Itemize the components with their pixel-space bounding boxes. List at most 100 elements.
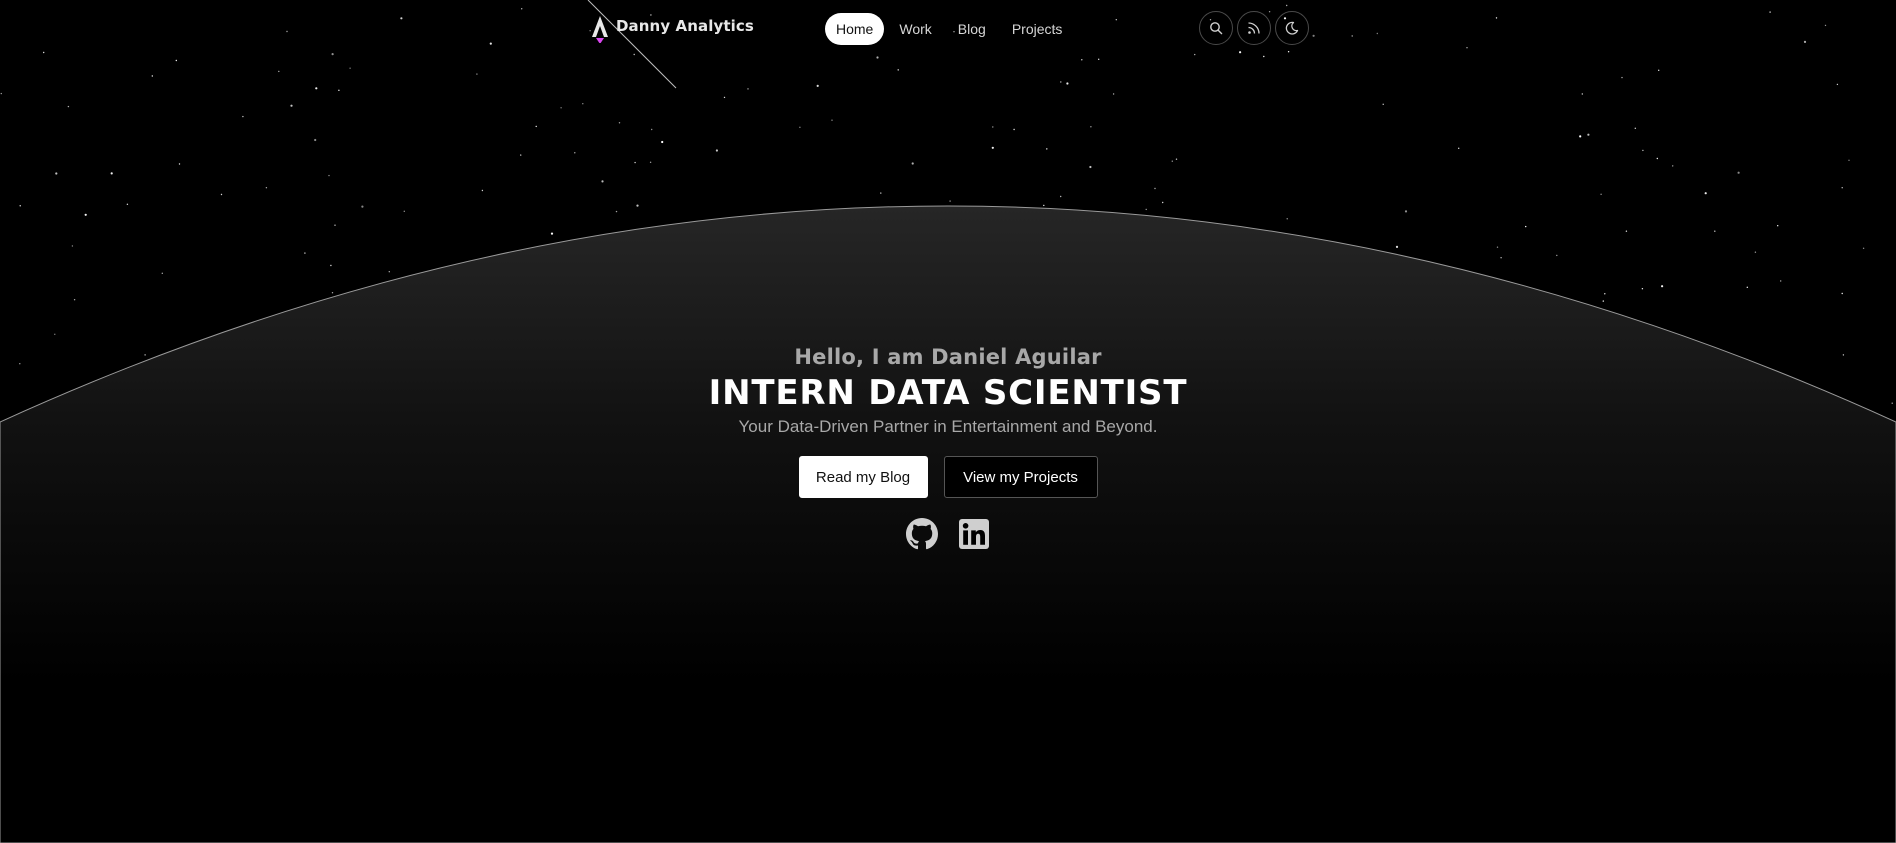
star (1862, 247, 1865, 249)
star (636, 204, 639, 207)
star (126, 203, 129, 205)
search-icon (1210, 22, 1223, 35)
star (949, 200, 951, 202)
star (1043, 204, 1045, 207)
github-link[interactable] (906, 518, 938, 550)
hero-subtitle: Your Data-Driven Partner in Entertainmen… (738, 417, 1158, 436)
star (634, 161, 636, 164)
star (715, 149, 719, 152)
star (799, 126, 801, 128)
star (1496, 246, 1499, 248)
star (1500, 257, 1502, 259)
star (84, 213, 87, 216)
star (649, 161, 652, 163)
linkedin-link[interactable] (958, 518, 990, 550)
star (1746, 286, 1749, 288)
star (1081, 59, 1083, 61)
star (1641, 288, 1644, 290)
star (1112, 93, 1115, 95)
star (328, 174, 330, 177)
star (1556, 254, 1558, 257)
star (1066, 82, 1069, 85)
star (1656, 157, 1659, 160)
star (618, 122, 621, 124)
read-blog-button[interactable]: Read my Blog (798, 456, 928, 498)
star (1658, 69, 1660, 72)
star (1704, 192, 1707, 195)
view-projects-button[interactable]: View my Projects (943, 456, 1098, 498)
star (520, 154, 522, 156)
star (601, 180, 604, 183)
star (1602, 300, 1605, 302)
top-navigation: Danny Analytics Home Work Blog Projects (0, 0, 1896, 58)
star (1754, 251, 1757, 253)
star (220, 193, 223, 196)
star (880, 192, 882, 194)
star (1634, 127, 1637, 129)
star (574, 152, 576, 154)
star (1060, 81, 1062, 83)
star (1098, 58, 1100, 60)
star (550, 232, 554, 235)
star (1600, 193, 1602, 195)
star (1382, 103, 1384, 106)
star (816, 84, 819, 87)
star (911, 162, 914, 165)
star (73, 299, 76, 301)
star (278, 70, 280, 73)
nav-link-home[interactable]: Home (825, 13, 885, 45)
hero-title: INTERN DATA SCIENTIST (708, 373, 1188, 413)
star (1458, 147, 1460, 149)
nav-icon-buttons (1199, 11, 1309, 45)
star (535, 125, 537, 128)
star (315, 87, 318, 90)
cta-buttons: Read my Blog View my Projects (0, 456, 1896, 498)
brand-link[interactable]: Danny Analytics (588, 14, 754, 44)
theme-toggle-button[interactable] (1275, 11, 1309, 45)
star (110, 172, 113, 175)
star (1089, 165, 1092, 169)
star (54, 333, 56, 335)
rss-icon (1248, 22, 1260, 34)
star (831, 119, 833, 121)
star (992, 126, 994, 128)
search-button[interactable] (1199, 11, 1233, 45)
star (1060, 195, 1062, 198)
hero-section: Hello, I am Daniel Aguilar INTERN DATA S… (0, 338, 1896, 550)
star (1780, 280, 1782, 282)
star (1621, 76, 1623, 79)
linkedin-icon (959, 519, 989, 549)
star (330, 264, 332, 267)
star (1625, 230, 1628, 232)
nav-link-blog[interactable]: Blog (947, 13, 997, 45)
moon-icon (1285, 21, 1299, 35)
rss-button[interactable] (1237, 11, 1271, 45)
star (1737, 171, 1740, 174)
social-links (0, 518, 1896, 550)
star (560, 107, 562, 109)
nav-link-projects[interactable]: Projects (1001, 13, 1074, 45)
star (1604, 293, 1606, 295)
star (1661, 285, 1664, 288)
nav-link-work[interactable]: Work (888, 13, 942, 45)
star (349, 67, 351, 69)
star (1579, 135, 1582, 138)
star (175, 59, 177, 62)
star (661, 140, 664, 144)
nav-links: Home Work Blog Projects (825, 13, 1073, 45)
star (1836, 83, 1839, 86)
star (1046, 148, 1048, 150)
star (1848, 159, 1850, 161)
star (1672, 165, 1674, 167)
star (314, 138, 317, 142)
star (361, 205, 364, 208)
star (476, 73, 478, 75)
star (304, 252, 306, 254)
star (334, 224, 336, 226)
github-icon (906, 518, 938, 550)
star (0, 92, 3, 95)
star (651, 128, 653, 131)
star (290, 104, 293, 107)
star (897, 69, 899, 71)
star (991, 146, 994, 149)
